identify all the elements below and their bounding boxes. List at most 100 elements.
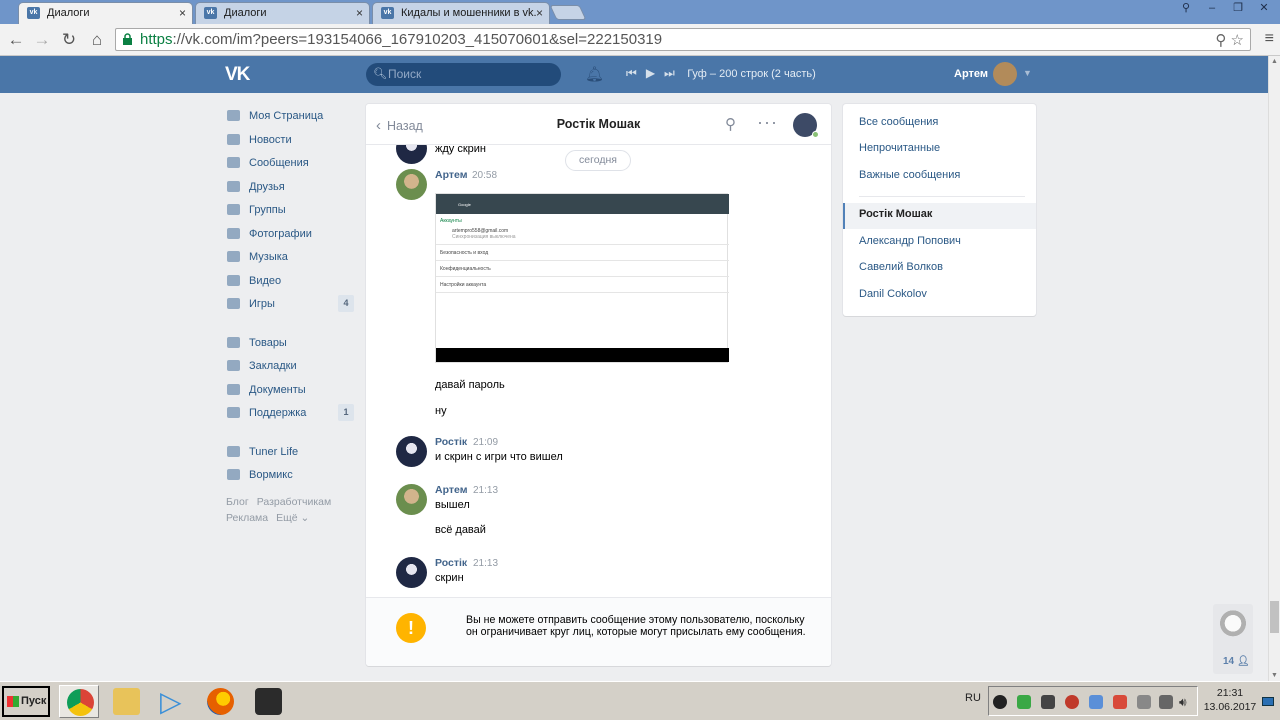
zoom-icon[interactable]: ⚲ xyxy=(1215,32,1226,49)
message-author[interactable]: Артем xyxy=(435,169,467,181)
network-tray-icon[interactable] xyxy=(1113,695,1127,709)
footer-link-blog[interactable]: Блог xyxy=(226,496,249,508)
friend-avatar[interactable] xyxy=(1219,608,1247,642)
show-desktop-icon[interactable] xyxy=(1262,697,1274,706)
filter-all-messages[interactable]: Все сообщения xyxy=(859,116,938,128)
sidebar-item[interactable]: Поддержка 1 xyxy=(226,403,356,427)
taskbar-chrome[interactable] xyxy=(59,685,99,718)
nox-tray-icon[interactable] xyxy=(993,695,1007,709)
message-time[interactable]: 21:13 xyxy=(473,558,498,569)
screenshot-row: Безопасность и вход xyxy=(440,250,489,256)
play-icon[interactable]: ▶ xyxy=(646,66,655,80)
user-avatar[interactable] xyxy=(993,62,1017,86)
sidebar-item[interactable]: Музыка xyxy=(226,247,356,271)
message-author[interactable]: Ростік xyxy=(435,436,467,448)
sidebar-item-label: Музыка xyxy=(249,251,288,263)
footer-link-more[interactable]: Ещё ⌄ xyxy=(276,512,309,524)
friends-online-widget[interactable]: 14 👤︎ xyxy=(1213,604,1253,674)
sidebar-item[interactable]: Вормикс xyxy=(226,465,356,489)
power-tray-icon[interactable] xyxy=(1159,695,1173,709)
browser-menu-icon[interactable]: ≡ xyxy=(1265,30,1274,48)
sidebar-item[interactable]: Сообщения xyxy=(226,153,356,177)
sidebar-item[interactable]: Группы xyxy=(226,200,356,224)
page-scrollbar[interactable]: ▲ ▼ xyxy=(1268,56,1280,681)
bookmark-star-icon[interactable]: ☆ xyxy=(1231,32,1244,49)
sidebar-item[interactable]: Новости xyxy=(226,130,356,154)
address-bar[interactable]: https://vk.com/im?peers=193154066_167910… xyxy=(115,28,1251,51)
user-icon[interactable]: ⚲ xyxy=(1176,0,1196,16)
scroll-thumb[interactable] xyxy=(1270,601,1279,633)
taskbar-explorer[interactable] xyxy=(106,685,146,718)
start-button[interactable]: Пуск xyxy=(2,686,50,717)
monitor-tray-icon[interactable] xyxy=(1041,695,1055,709)
message-time[interactable]: 21:13 xyxy=(473,485,498,496)
message-author[interactable]: Ростік xyxy=(435,557,467,569)
avatar[interactable] xyxy=(396,145,427,164)
dialog-item[interactable]: Савелий Волков xyxy=(859,261,943,273)
filter-unread[interactable]: Непрочитанные xyxy=(859,142,940,154)
system-clock[interactable]: 21:31 13.06.2017 xyxy=(1200,686,1260,714)
sidebar-item[interactable]: Товары xyxy=(226,333,356,357)
sidebar-item[interactable]: Видео xyxy=(226,271,356,295)
avatar[interactable] xyxy=(396,484,427,515)
update-tray-icon[interactable] xyxy=(1017,695,1031,709)
shield-tray-icon[interactable] xyxy=(1089,695,1103,709)
track-title[interactable]: Гуф – 200 строк (2 часть) xyxy=(687,68,816,80)
avatar[interactable] xyxy=(396,557,427,588)
search-icon[interactable]: ⚲ xyxy=(725,115,736,133)
new-tab-button[interactable] xyxy=(549,5,587,20)
window-controls: ⚲ – ❐ ✕ xyxy=(1176,0,1274,16)
sidebar-item[interactable]: Друзья xyxy=(226,177,356,201)
filter-important[interactable]: Важные сообщения xyxy=(859,169,960,181)
sidebar-item[interactable]: Документы xyxy=(226,380,356,404)
more-options-icon[interactable]: ··· xyxy=(757,112,778,133)
taskbar-nox[interactable] xyxy=(248,685,288,718)
close-icon[interactable]: × xyxy=(356,3,363,23)
scroll-down-icon[interactable]: ▼ xyxy=(1271,672,1278,679)
sidebar-item[interactable]: Закладки xyxy=(226,356,356,380)
browser-tab-active[interactable]: vk Диалоги × xyxy=(18,2,193,24)
dialog-item[interactable]: Александр Попович xyxy=(859,235,961,247)
next-track-icon[interactable]: ⏭ xyxy=(664,66,675,80)
sidebar-item[interactable]: Игры 4 xyxy=(226,294,356,318)
message-author[interactable]: Артем xyxy=(435,484,467,496)
sidebar-item[interactable]: Tuner Life xyxy=(226,442,356,466)
sidebar-item[interactable]: Моя Страница xyxy=(226,106,356,130)
message-time[interactable]: 21:09 xyxy=(473,437,498,448)
screenshot-attachment[interactable]: Google Аккаунты artempro558@gmail.com Си… xyxy=(435,193,729,363)
chevron-down-icon[interactable]: ▼ xyxy=(1023,68,1032,78)
taskbar-media[interactable]: ▷ xyxy=(153,685,193,718)
notifications-bell-icon[interactable]: 🔔︎ xyxy=(585,65,604,83)
previous-track-icon[interactable]: ⏮ xyxy=(626,66,637,80)
scroll-up-icon[interactable]: ▲ xyxy=(1271,58,1278,65)
taskbar-firefox[interactable] xyxy=(200,685,240,718)
forward-arrow-icon[interactable]: → xyxy=(31,29,53,51)
footer-link-developers[interactable]: Разработчикам xyxy=(257,496,332,508)
reload-icon[interactable]: ↻ xyxy=(58,29,80,51)
message-time[interactable]: 20:58 xyxy=(472,170,497,181)
message-history[interactable]: сегодня жду скрин Артем 20:58 Google Акк… xyxy=(366,145,831,597)
dialog-item[interactable]: Danil Cokolov xyxy=(859,288,927,300)
signal-tray-icon[interactable] xyxy=(1137,695,1151,709)
chat-avatar[interactable] xyxy=(793,113,819,138)
close-icon[interactable]: × xyxy=(536,3,543,23)
minimize-button[interactable]: – xyxy=(1202,0,1222,16)
user-name[interactable]: Артем xyxy=(954,68,988,80)
browser-tab[interactable]: vk Кидалы и мошенники в vk. × xyxy=(372,2,550,24)
avatar[interactable] xyxy=(396,436,427,467)
volume-icon[interactable]: 🔊︎ xyxy=(1179,695,1193,709)
back-arrow-icon[interactable]: ← xyxy=(5,29,27,51)
antivirus-tray-icon[interactable] xyxy=(1065,695,1079,709)
language-indicator[interactable]: RU xyxy=(965,692,981,704)
browser-tab[interactable]: vk Диалоги × xyxy=(195,2,370,24)
footer-link-ads[interactable]: Реклама xyxy=(226,512,268,524)
dialog-item-active[interactable]: Ростік Мошак xyxy=(859,208,932,220)
search-input[interactable]: 🔍︎ Поиск xyxy=(366,63,561,86)
close-window-button[interactable]: ✕ xyxy=(1254,0,1274,16)
avatar[interactable] xyxy=(396,169,427,200)
restore-button[interactable]: ❐ xyxy=(1228,0,1248,16)
home-icon[interactable]: ⌂ xyxy=(86,29,108,51)
sidebar-item[interactable]: Фотографии xyxy=(226,224,356,248)
close-icon[interactable]: × xyxy=(179,3,186,23)
vk-logo[interactable]: VK xyxy=(225,64,250,86)
